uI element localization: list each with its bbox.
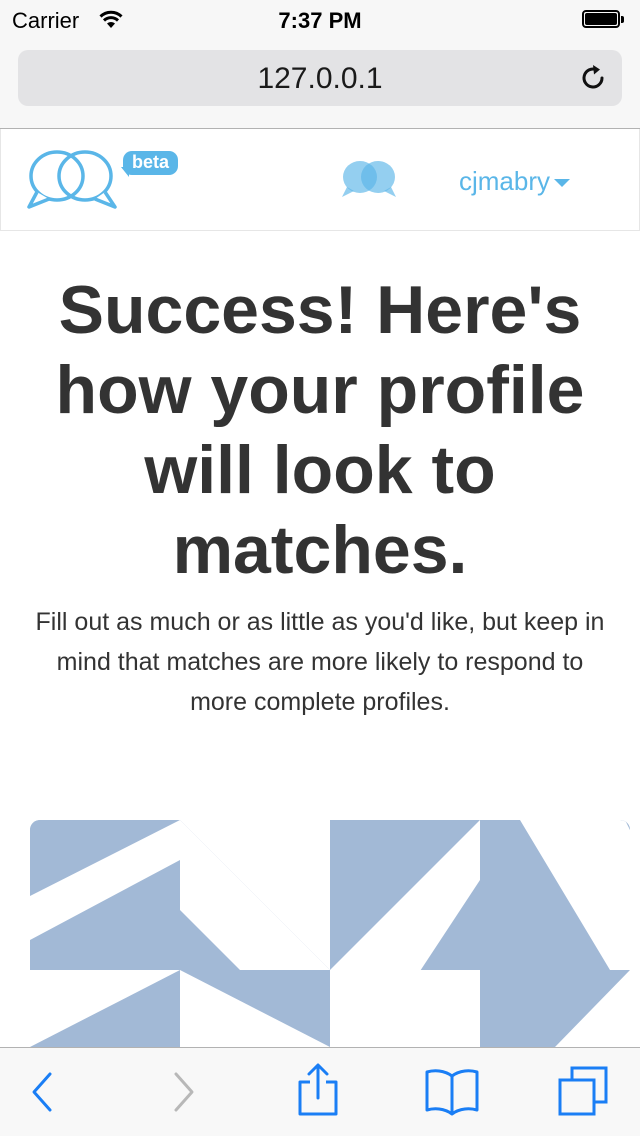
bookmarks-icon[interactable] xyxy=(424,1066,480,1121)
back-arrow-icon[interactable] xyxy=(28,1068,58,1121)
clock: 7:37 PM xyxy=(278,8,362,33)
url-field[interactable]: 127.0.0.1 xyxy=(18,50,622,106)
caret-down-icon xyxy=(554,178,571,187)
reload-icon[interactable] xyxy=(578,63,608,98)
share-icon[interactable] xyxy=(296,1062,340,1123)
browser-toolbar xyxy=(0,1047,640,1136)
user-menu[interactable]: cjmabry xyxy=(459,166,571,197)
username-label: cjmabry xyxy=(459,166,551,196)
speech-bubbles-logo-icon[interactable] xyxy=(27,149,119,216)
status-bar: Carrier 7:37 PM xyxy=(0,0,640,40)
url-text: 127.0.0.1 xyxy=(257,62,383,95)
site-header: beta cjmabry xyxy=(0,129,640,231)
profile-cover-image xyxy=(30,820,630,1047)
browser-address-bar: 127.0.0.1 xyxy=(0,40,640,129)
messages-icon[interactable] xyxy=(339,159,399,204)
tabs-icon[interactable] xyxy=(558,1066,610,1123)
forward-arrow-icon[interactable] xyxy=(168,1068,198,1121)
page-subtitle: Fill out as much or as little as you'd l… xyxy=(35,608,605,716)
battery-icon xyxy=(582,10,626,30)
beta-badge: beta xyxy=(123,151,179,175)
page-title: Success! Here's how your profile will lo… xyxy=(55,272,585,588)
